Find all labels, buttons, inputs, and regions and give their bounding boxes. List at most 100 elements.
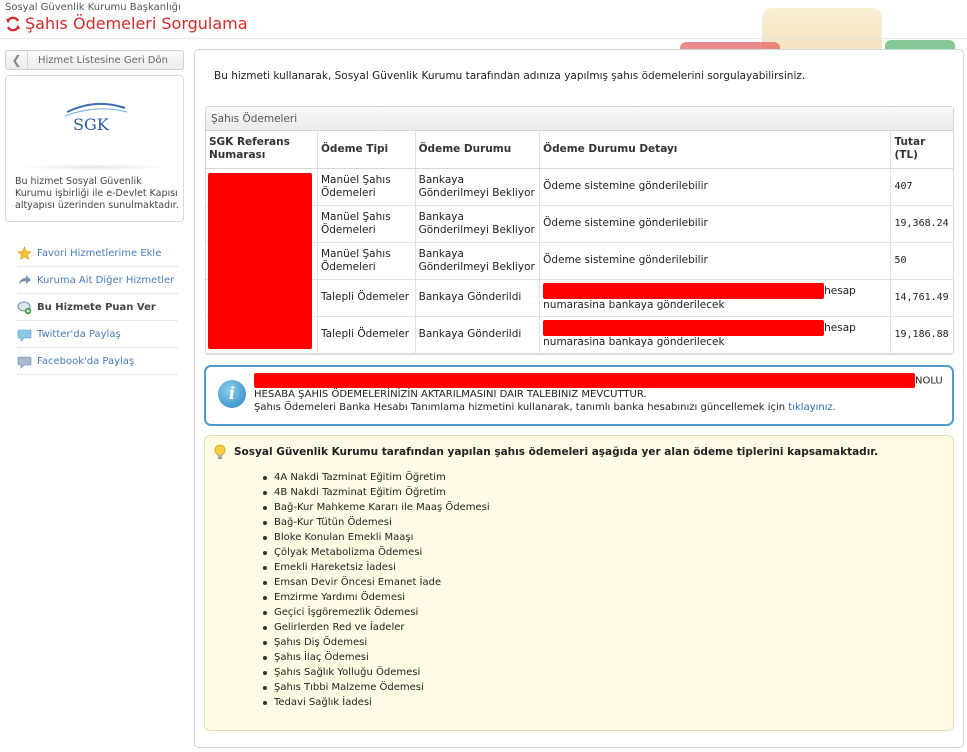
payment-status-cell: Bankaya Gönderilmeyi Bekliyor	[415, 205, 541, 243]
sgk-logo-text: SGK	[73, 115, 110, 134]
info-icon: i	[218, 380, 246, 408]
list-item: Tedavi Sağlık İadesi	[261, 695, 490, 710]
page-title-wrap: Şahıs Ödemeleri Sorgulama	[5, 14, 248, 33]
sidebar-item-label: Favori Hizmetlerime Ekle	[37, 247, 162, 259]
payment-type-cell: Manüel Şahıs Ödemeleri	[317, 168, 416, 206]
facebook-icon	[17, 354, 32, 369]
table-row: Talepli Ödemeler Bankaya Gönderildi hesa…	[206, 316, 953, 354]
detail-suffix: hesap	[824, 322, 856, 334]
redacted-account-info	[254, 373, 915, 388]
list-item: Gelirlerden Red ve İadeler	[261, 620, 490, 635]
column-header: SGK Referans Numarası	[206, 131, 318, 169]
list-item: Çölyak Metabolizma Ödemesi	[261, 545, 490, 560]
sidebar-item-label: Twitter'da Paylaş	[37, 328, 121, 340]
table-row: Manüel Şahıs Ödemeleri Bankaya Gönderilm…	[206, 242, 953, 280]
share-arrow-icon	[17, 273, 32, 288]
column-header: Tutar (TL)	[890, 131, 953, 169]
list-item: Bağ-Kur Tütün Ödemesi	[261, 515, 490, 530]
note-heading-wrap: Sosyal Güvenlik Kurumu tarafından yapıla…	[213, 444, 878, 460]
list-item: Emzirme Yardımı Ödemesi	[261, 590, 490, 605]
star-icon	[17, 245, 32, 261]
page-title: Şahıs Ödemeleri Sorgulama	[25, 14, 248, 33]
sidebar-item-favorite[interactable]: Favori Hizmetlerime Ekle	[17, 240, 177, 267]
payment-type-cell: Manüel Şahıs Ödemeleri	[317, 205, 416, 243]
amount-cell: 19,186.88	[890, 316, 953, 354]
lightbulb-icon	[214, 444, 226, 459]
payment-status-cell: Bankaya Gönderildi	[415, 316, 541, 354]
column-header: Ödeme Tipi	[317, 131, 416, 169]
list-item: Bağ-Kur Mahkeme Kararı ile Maaş Ödemesi	[261, 500, 490, 515]
info-line2: HESABA ŞAHIS ÖDEMELERİNİZİN AKTARILMASIN…	[254, 389, 647, 400]
list-item: Emsan Devir Öncesi Emanet İade	[261, 575, 490, 590]
logo-shadow	[16, 164, 173, 170]
refresh-logo-icon	[6, 16, 20, 31]
payment-type-cell: Talepli Ödemeler	[317, 279, 416, 317]
detail-line2: numarasina bankaya gönderilecek	[543, 336, 725, 348]
sidebar-item-label: Kuruma Ait Diğer Hizmetler	[37, 274, 175, 286]
list-item: Geçici İşgöremezlik Ödemesi	[261, 605, 490, 620]
info-suffix: NOLU	[915, 375, 943, 387]
org-name: Sosyal Güvenlik Kurumu Başkanlığı	[5, 2, 181, 13]
payment-types-note: Sosyal Güvenlik Kurumu tarafından yapıla…	[204, 435, 954, 731]
table-row: Manüel Şahıs Ödemeleri Bankaya Gönderilm…	[206, 205, 953, 243]
redacted-account-number	[543, 320, 825, 336]
detail-line2: numarasina bankaya gönderilecek	[543, 299, 725, 311]
back-to-services-button[interactable]: ❮ Hizmet Listesine Geri Dön	[5, 50, 184, 70]
column-header: Ödeme Durumu	[415, 131, 541, 169]
update-bank-account-link[interactable]: tıklayınız.	[788, 402, 836, 413]
list-item: Şahıs Diş Ödemesi	[261, 635, 490, 650]
payment-status-cell: Bankaya Gönderildi	[415, 279, 541, 317]
main-panel: Bu hizmeti kullanarak, Sosyal Güvenlik K…	[194, 49, 964, 748]
sidebar-item-label: Facebook'da Paylaş	[37, 355, 135, 367]
sidebar-links: Favori Hizmetlerime Ekle Kuruma Ait Diğe…	[17, 240, 177, 375]
sgk-logo: SGK	[64, 102, 128, 134]
intro-text: Bu hizmeti kullanarak, Sosyal Güvenlik K…	[214, 70, 806, 82]
sidebar-item-label: Bu Hizmete Puan Ver	[37, 301, 156, 313]
payment-type-cell: Talepli Ödemeler	[317, 316, 416, 354]
status-detail-cell: Ödeme sistemine gönderilebilir	[539, 168, 892, 206]
table-header-row: SGK Referans Numarası Ödeme Tipi Ödeme D…	[206, 131, 953, 169]
agency-text: Bu hizmet Sosyal Güvenlik Kurumu işbirli…	[15, 176, 179, 211]
payments-table: SGK Referans Numarası Ödeme Tipi Ödeme D…	[206, 131, 953, 354]
sidebar-item-facebook[interactable]: Facebook'da Paylaş	[17, 348, 177, 375]
table-title: Şahıs Ödemeleri	[206, 107, 953, 131]
amount-cell: 50	[890, 242, 953, 280]
info-text: NOLU HESABA ŞAHIS ÖDEMELERİNİZİN AKTARIL…	[254, 373, 943, 414]
redacted-account-number	[543, 283, 825, 299]
payment-status-cell: Bankaya Gönderilmeyi Bekliyor	[415, 242, 541, 280]
chevron-left-icon: ❮	[6, 51, 28, 69]
amount-cell: 19,368.24	[890, 205, 953, 243]
redacted-reference-numbers	[208, 173, 312, 349]
table-row: Talepli Ödemeler Bankaya Gönderildi hesa…	[206, 279, 953, 317]
agency-info-box: SGK Bu hizmet Sosyal Güvenlik Kurumu işb…	[5, 75, 184, 222]
note-heading: Sosyal Güvenlik Kurumu tarafından yapıla…	[234, 446, 878, 458]
list-item: Bloke Konulan Emekli Maaşı	[261, 530, 490, 545]
info-message-box: i NOLU HESABA ŞAHIS ÖDEMELERİNİZİN AKTAR…	[204, 365, 954, 426]
amount-cell: 14,761.49	[890, 279, 953, 317]
payments-table-panel: Şahıs Ödemeleri SGK Referans Numarası Öd…	[205, 106, 954, 355]
list-item: Şahıs İlaç Ödemesi	[261, 650, 490, 665]
status-detail-cell: hesap numarasina bankaya gönderilecek	[539, 279, 892, 317]
payment-type-cell: Manüel Şahıs Ödemeleri	[317, 242, 416, 280]
twitter-icon	[17, 327, 32, 342]
header-divider	[0, 38, 967, 39]
amount-cell: 407	[890, 168, 953, 206]
column-header: Ödeme Durumu Detayı	[539, 131, 892, 169]
back-button-label: Hizmet Listesine Geri Dön	[38, 54, 168, 66]
table-row: Manüel Şahıs Ödemeleri Bankaya Gönderilm…	[206, 168, 953, 206]
payment-types-list: 4A Nakdi Tazminat Eğitim Öğretim 4B Nakd…	[261, 470, 490, 710]
payment-status-cell: Bankaya Gönderilmeyi Bekliyor	[415, 168, 541, 206]
status-detail-cell: Ödeme sistemine gönderilebilir	[539, 205, 892, 243]
list-item: 4A Nakdi Tazminat Eğitim Öğretim	[261, 470, 490, 485]
detail-suffix: hesap	[824, 285, 856, 297]
sidebar-item-rate[interactable]: Bu Hizmete Puan Ver	[17, 294, 177, 321]
list-item: Emekli Hareketsiz İadesi	[261, 560, 490, 575]
list-item: 4B Nakdi Tazminat Eğitim Öğretim	[261, 485, 490, 500]
sidebar-item-other-services[interactable]: Kuruma Ait Diğer Hizmetler	[17, 267, 177, 294]
list-item: Şahıs Sağlık Yolluğu Ödemesi	[261, 665, 490, 680]
list-item: Şahıs Tıbbi Malzeme Ödemesi	[261, 680, 490, 695]
sidebar-item-twitter[interactable]: Twitter'da Paylaş	[17, 321, 177, 348]
status-detail-cell: Ödeme sistemine gönderilebilir	[539, 242, 892, 280]
rate-icon	[17, 300, 32, 315]
info-line3: Şahıs Ödemeleri Banka Hesabı Tanımlama h…	[254, 402, 786, 413]
